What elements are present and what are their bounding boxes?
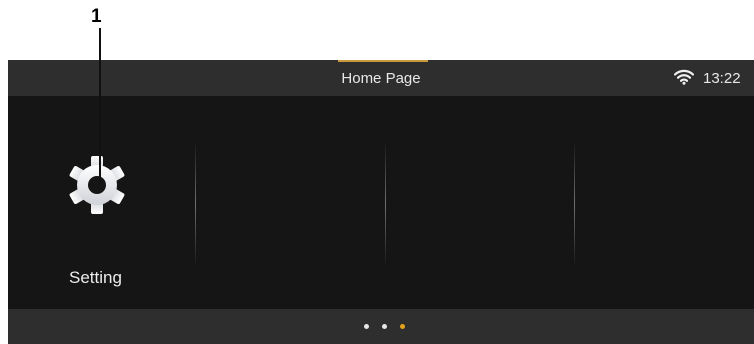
gear-icon (69, 156, 125, 214)
page-dot[interactable] (382, 324, 387, 329)
app-tile-setting[interactable]: Setting (8, 96, 194, 314)
callout-line (99, 28, 101, 184)
device-screen: Home Page 13:22 Setting (8, 60, 754, 344)
page-title: Home Page (341, 70, 421, 87)
app-label-setting: Setting (69, 268, 122, 287)
grid-divider (574, 140, 575, 268)
title-accent-bar (338, 60, 428, 62)
page-dot-active[interactable] (400, 324, 405, 329)
page-indicator-bar (8, 309, 754, 344)
status-clock: 13:22 (703, 70, 741, 87)
grid-divider (385, 140, 386, 268)
wifi-icon (674, 69, 694, 85)
grid-divider (195, 140, 196, 268)
app-grid: Setting (8, 96, 754, 314)
status-bar: Home Page 13:22 (8, 60, 754, 96)
callout-number: 1 (91, 6, 102, 27)
page-dot[interactable] (364, 324, 369, 329)
